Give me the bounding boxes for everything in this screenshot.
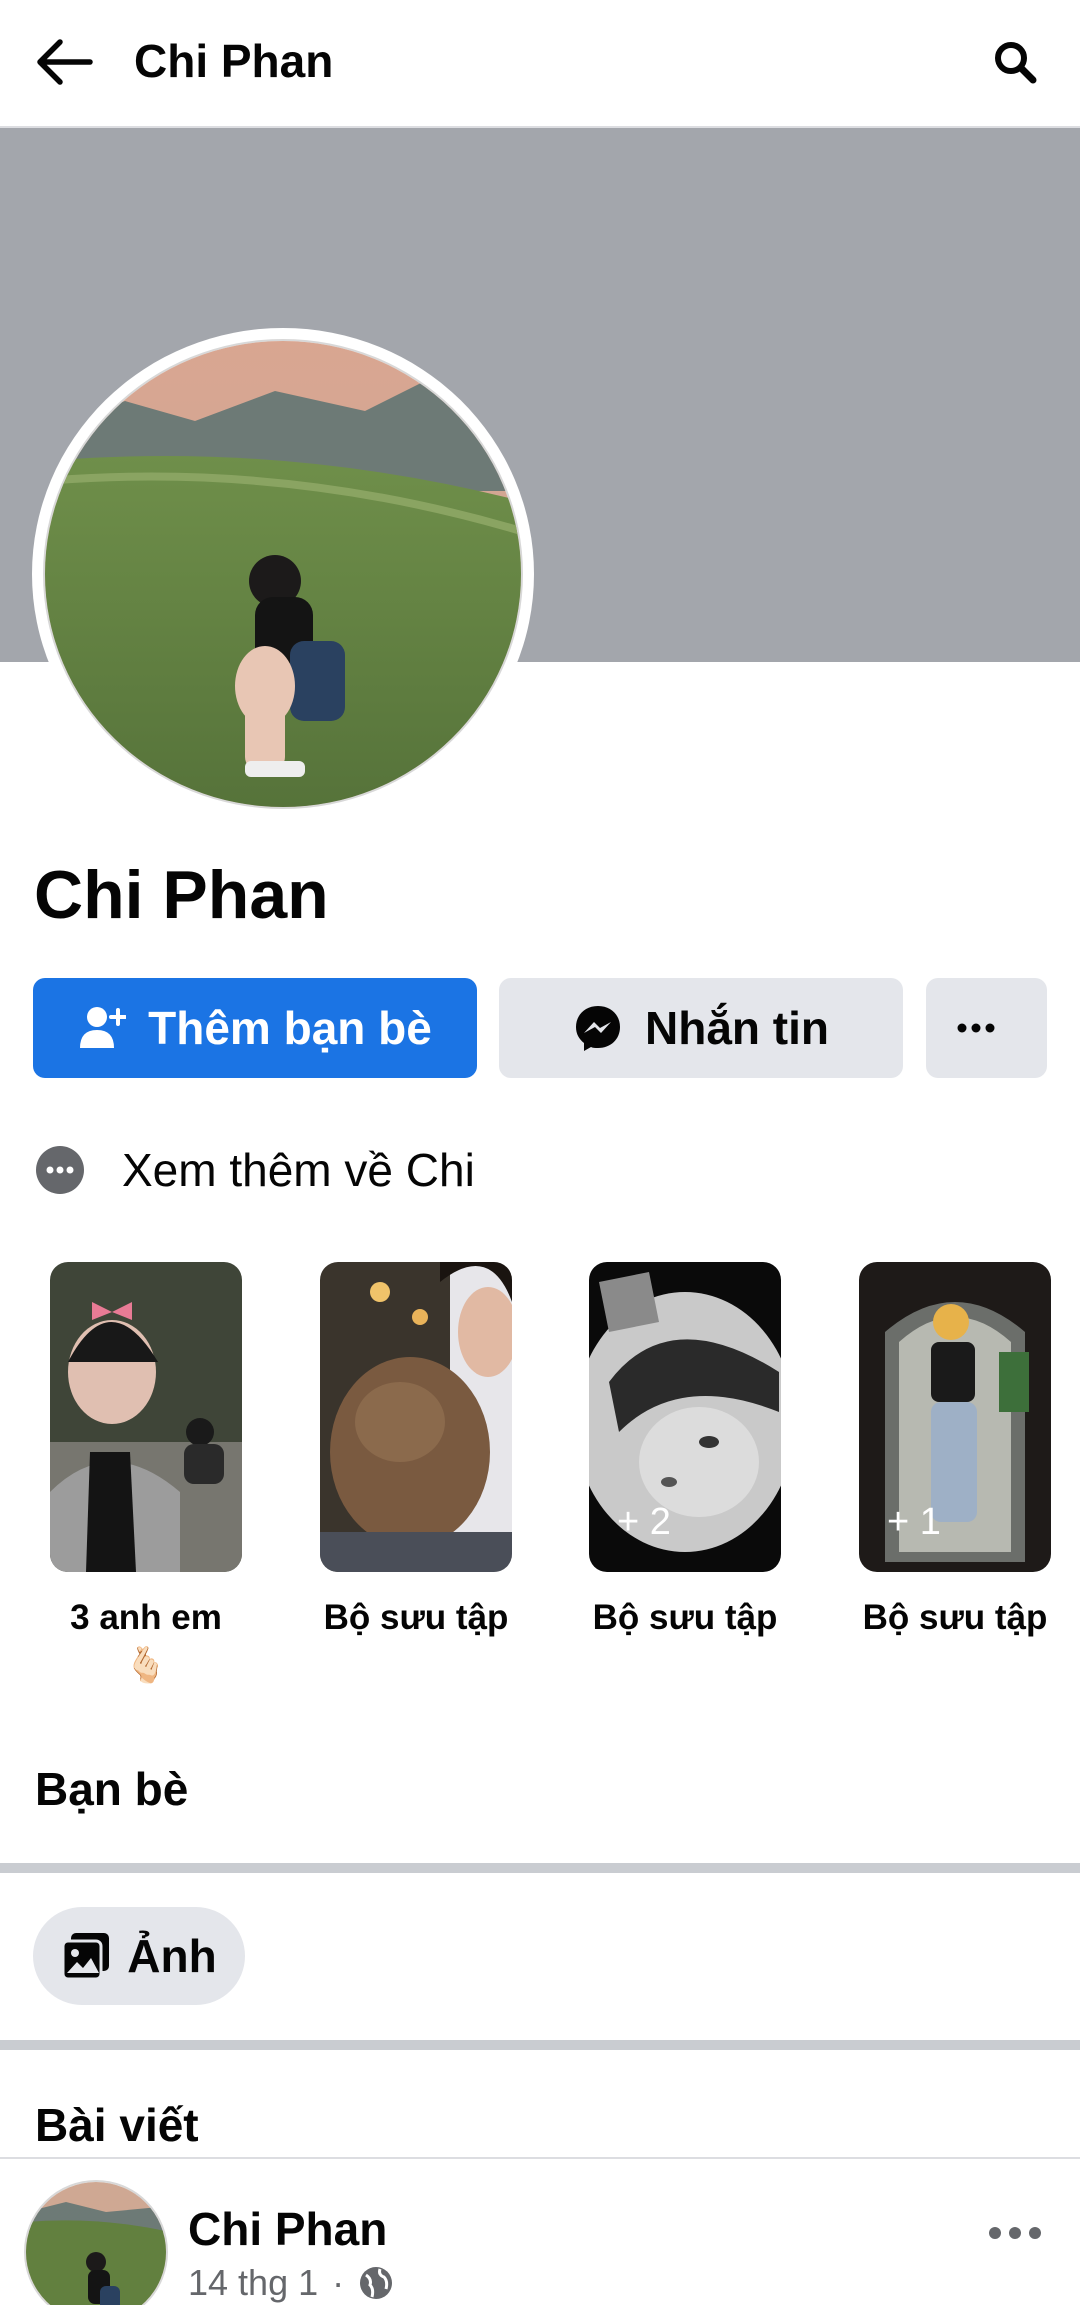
- globe-icon: [360, 2267, 393, 2299]
- ellipsis-circle-icon: [36, 1146, 84, 1194]
- post-separator: [0, 2157, 1080, 2159]
- featured-highlights: 3 anh em 🫰🏻 Bộ sưu tập + 2 Bộ sưu tập + …: [0, 1262, 1080, 1702]
- highlight-label: Bộ sưu tập: [862, 1598, 1048, 1637]
- highlight-thumbnail: [50, 1262, 242, 1572]
- add-friend-label: Thêm bạn bè: [148, 1002, 432, 1054]
- back-button[interactable]: [30, 30, 100, 94]
- highlight-thumbnail: [320, 1262, 512, 1572]
- highlight-emoji: 🫰🏻: [124, 1646, 168, 1685]
- highlight-label: 3 anh em: [70, 1598, 222, 1637]
- profile-photo: [43, 339, 523, 809]
- arrow-left-icon: [37, 39, 93, 85]
- highlight-thumbnail: + 1: [859, 1262, 1051, 1572]
- ellipsis-icon: [957, 1023, 994, 1033]
- posts-section-title: Bài viết: [35, 2099, 199, 2151]
- search-button[interactable]: [980, 30, 1050, 94]
- photos-icon: [61, 1933, 110, 1981]
- highlight-count: + 1: [887, 1501, 941, 1543]
- meta-separator: ·: [332, 2262, 345, 2303]
- see-more-about-link[interactable]: Xem thêm về Chi: [36, 1135, 475, 1205]
- photos-button[interactable]: Ảnh: [33, 1907, 245, 2005]
- highlight-count: + 2: [617, 1501, 671, 1543]
- top-app-bar: Chi Phan: [0, 0, 1080, 128]
- more-options-button[interactable]: [926, 978, 1047, 1078]
- highlight-item[interactable]: + 2 Bộ sưu tập: [570, 1262, 800, 1642]
- post-author-name[interactable]: Chi Phan: [188, 2202, 387, 2256]
- see-more-about-label: Xem thêm về Chi: [122, 1144, 475, 1196]
- highlight-label: Bộ sưu tập: [323, 1598, 509, 1637]
- add-friend-icon: [80, 1007, 127, 1048]
- search-icon: [995, 42, 1037, 84]
- messenger-icon: [576, 1006, 620, 1051]
- profile-name: Chi Phan: [34, 857, 329, 933]
- friends-section-title[interactable]: Bạn bè: [35, 1762, 188, 1816]
- highlight-item[interactable]: 3 anh em 🫰🏻: [31, 1262, 261, 1690]
- highlight-item[interactable]: + 1 Bộ sưu tập: [840, 1262, 1070, 1642]
- highlight-label: Bộ sưu tập: [592, 1598, 778, 1637]
- post-date[interactable]: 14 thg 1: [188, 2262, 318, 2304]
- ellipsis-icon: [989, 2227, 1041, 2239]
- highlight-item[interactable]: Bộ sưu tập: [301, 1262, 531, 1642]
- section-divider: [0, 2040, 1080, 2050]
- message-button[interactable]: Nhắn tin: [499, 978, 903, 1078]
- highlight-thumbnail: + 2: [589, 1262, 781, 1572]
- section-divider: [0, 1863, 1080, 1873]
- profile-picture[interactable]: [32, 328, 534, 820]
- post-meta: 14 thg 1 ·: [188, 2262, 394, 2304]
- message-label: Nhắn tin: [645, 1002, 829, 1054]
- page-title: Chi Phan: [134, 35, 334, 87]
- add-friend-button[interactable]: Thêm bạn bè: [33, 978, 477, 1078]
- post-author-avatar[interactable]: [24, 2180, 168, 2305]
- photos-label: Ảnh: [127, 1930, 217, 1982]
- post-more-button[interactable]: [980, 2208, 1050, 2258]
